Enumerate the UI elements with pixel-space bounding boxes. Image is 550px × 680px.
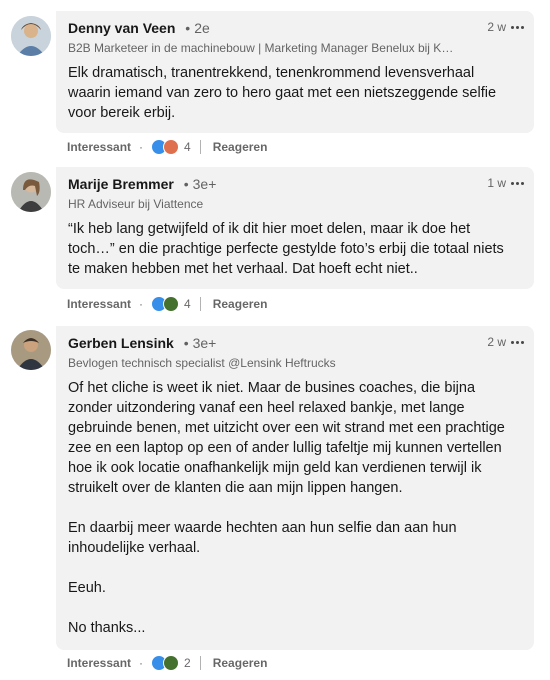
connection-degree: 3e+ (192, 335, 217, 351)
connection-degree: 2e (194, 20, 210, 36)
comment-time: 2 w (487, 335, 506, 349)
like-button[interactable]: Interessant (67, 656, 131, 670)
author-name[interactable]: Gerben Lensink (68, 335, 174, 351)
reply-button[interactable]: Reageren (213, 297, 268, 311)
comment-bubble: Gerben Lensink • 3e+ Bevlogen technisch s… (56, 326, 534, 650)
author-headline: B2B Marketeer in de machinebouw | Market… (68, 41, 454, 55)
divider (199, 140, 201, 154)
reaction-count: 4 (184, 297, 191, 311)
reactions-summary[interactable]: 2 (151, 655, 191, 671)
comment-actions: Interessant · 4 Reageren (67, 296, 268, 312)
author-name[interactable]: Marije Bremmer (68, 176, 174, 192)
comment-text: “Ik heb lang getwijfeld of ik dit hier m… (68, 221, 504, 277)
comment-text: Of het cliche is weet ik niet. Maar de b… (68, 380, 505, 636)
heart-reaction-icon (163, 139, 180, 155)
avatar[interactable] (11, 330, 51, 370)
laugh-reaction-icon (163, 655, 180, 671)
divider (199, 297, 201, 311)
reply-button[interactable]: Reageren (213, 140, 268, 154)
author-headline: HR Adviseur bij Viattence (68, 197, 204, 211)
reply-button[interactable]: Reageren (213, 656, 268, 670)
reactions-summary[interactable]: 4 (151, 139, 191, 155)
comment-actions: Interessant · 2 Reageren (67, 655, 268, 671)
author-line: Gerben Lensink • 3e+ (68, 335, 217, 351)
more-options-icon[interactable] (511, 25, 524, 29)
more-options-icon[interactable] (511, 340, 524, 344)
comment-time: 1 w (487, 176, 506, 190)
like-button[interactable]: Interessant (67, 140, 131, 154)
like-button[interactable]: Interessant (67, 297, 131, 311)
reaction-count: 2 (184, 656, 191, 670)
laugh-reaction-icon (163, 296, 180, 312)
author-line: Marije Bremmer • 3e+ (68, 176, 217, 192)
author-name[interactable]: Denny van Veen (68, 20, 175, 36)
reaction-count: 4 (184, 140, 191, 154)
more-options-icon[interactable] (511, 181, 524, 185)
avatar[interactable] (11, 16, 51, 56)
divider (199, 656, 201, 670)
connection-degree: 3e+ (192, 176, 217, 192)
avatar[interactable] (11, 172, 51, 212)
comment-text: Elk dramatisch, tranentrekkend, tenenkro… (68, 65, 497, 121)
author-line: Denny van Veen • 2e (68, 20, 210, 36)
comment-actions: Interessant · 4 Reageren (67, 139, 268, 155)
comment-bubble: Denny van Veen • 2e B2B Marketeer in de m… (56, 11, 534, 133)
author-headline: Bevlogen technisch specialist @Lensink H… (68, 356, 336, 370)
comment-bubble: Marije Bremmer • 3e+ HR Adviseur bij Viat… (56, 167, 534, 289)
comment-time: 2 w (487, 20, 506, 34)
reactions-summary[interactable]: 4 (151, 296, 191, 312)
